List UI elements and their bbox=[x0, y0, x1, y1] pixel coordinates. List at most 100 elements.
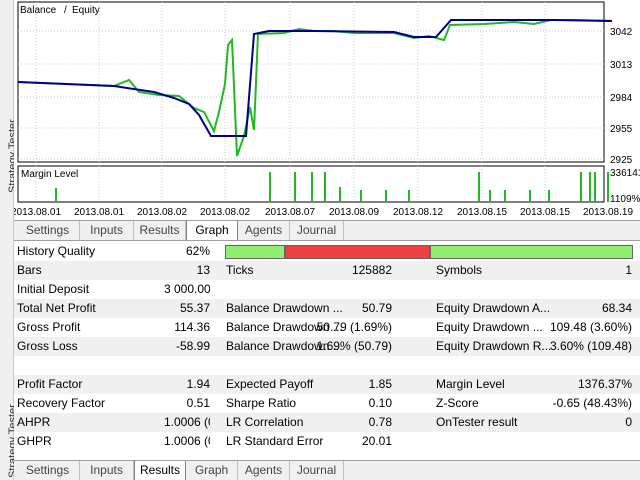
y-axis-tick-labels: 3042 3013 2984 2955 2925 bbox=[610, 27, 633, 166]
margin-bar-7 bbox=[385, 190, 387, 202]
result-row: Recovery Factor 0.51 Sharpe Ratio 0.10 Z-Sco… bbox=[14, 394, 640, 413]
result-row: Bars 13 Ticks 125882 Symbols 1 bbox=[14, 261, 640, 280]
y-tick-3: 2955 bbox=[610, 124, 633, 135]
x-tick-6: 2013.08.12 bbox=[393, 207, 443, 218]
strategy-tester-side-label-bottom: Strategy Tester bbox=[0, 240, 19, 480]
result-row: Gross Loss -58.99 Balance Drawdown ... 1.69… bbox=[14, 337, 640, 356]
result-value: 1 bbox=[625, 263, 632, 277]
x-tick-3: 2013.08.02 bbox=[200, 207, 250, 218]
top-tab-results[interactable]: Results bbox=[134, 221, 186, 240]
result-value: 1.69% (50.79) bbox=[316, 339, 392, 353]
margin-bar-3 bbox=[311, 172, 313, 202]
bottom-tab-agents[interactable]: Agents bbox=[238, 461, 290, 480]
result-value: 68.34 bbox=[601, 301, 632, 315]
balance-equity-chart: 3042 3013 2984 2955 2925 336141 1109% 2013.08… bbox=[14, 1, 640, 218]
results-panel: History Quality 62% Bars 13 Ticks 125882 Sym… bbox=[14, 240, 640, 460]
quality-bar-segment-2 bbox=[430, 245, 633, 259]
x-tick-7: 2013.08.15 bbox=[457, 207, 507, 218]
result-label: Profit Factor bbox=[17, 377, 83, 391]
result-value: 0.51 bbox=[186, 396, 210, 410]
result-value: 125882 bbox=[351, 263, 392, 277]
result-value: 20.01 bbox=[361, 434, 392, 448]
bottom-tab-bar: Settings Inputs Results Graph Agents Journal bbox=[14, 460, 640, 480]
legend-equity: Equity bbox=[72, 5, 100, 16]
top-tab-agents[interactable]: Agents bbox=[238, 221, 290, 240]
result-row: AHPR1.0006 (0.0...LR Correlation0.78OnTe… bbox=[14, 413, 640, 432]
bottom-tab-graph[interactable]: Graph bbox=[186, 461, 238, 480]
margin-bar-0 bbox=[55, 188, 57, 202]
result-value: -0.65 (48.43%) bbox=[552, 396, 632, 410]
margin-bar-16 bbox=[594, 172, 596, 202]
x-tick-5: 2013.08.09 bbox=[329, 207, 379, 218]
result-row bbox=[14, 356, 640, 375]
quality-bar-segment-0 bbox=[225, 245, 285, 259]
bottom-tab-journal[interactable]: Journal bbox=[290, 461, 344, 480]
margin-bar-2 bbox=[294, 172, 296, 202]
margin-bar-10 bbox=[489, 190, 491, 202]
result-value: 1.0006 (0.0... bbox=[164, 415, 210, 429]
result-value: 0 bbox=[625, 415, 632, 429]
margin-bar-5 bbox=[339, 187, 341, 202]
margin-bar-13 bbox=[548, 190, 550, 202]
result-value: 0.10 bbox=[368, 396, 392, 410]
margin-bar-12 bbox=[529, 190, 531, 202]
x-tick-2: 2013.08.02 bbox=[137, 207, 187, 218]
main-plot-frame bbox=[17, 1, 605, 163]
history-quality-label: History Quality bbox=[17, 244, 96, 258]
result-value: 3.60% (109.48) bbox=[549, 339, 632, 353]
margin-bar-6 bbox=[360, 190, 362, 202]
margin-level-label: Margin Level bbox=[21, 169, 78, 180]
result-value: 1.0006 (0.0... bbox=[164, 434, 210, 448]
result-value: 1.94 bbox=[186, 377, 210, 391]
y-tick-4: 2925 bbox=[610, 155, 633, 166]
legend-separator: / bbox=[64, 5, 67, 16]
top-tab-inputs[interactable]: Inputs bbox=[80, 221, 134, 240]
result-label: Gross Loss bbox=[17, 339, 78, 353]
result-value: 0.78 bbox=[368, 415, 392, 429]
x-tick-8: 2013.08.15 bbox=[520, 207, 570, 218]
bottom-tab-settings[interactable]: Settings bbox=[16, 461, 80, 480]
result-row: Gross Profit 114.36 Balance Drawdown ... 50… bbox=[14, 318, 640, 337]
x-tick-9: 2013.08.19 bbox=[583, 207, 633, 218]
y-tick-1: 3013 bbox=[610, 60, 633, 71]
result-value: 3 000.00 bbox=[164, 282, 210, 296]
margin-bar-15 bbox=[589, 172, 591, 202]
top-tab-settings[interactable]: Settings bbox=[16, 221, 80, 240]
bottom-tab-results[interactable]: Results bbox=[134, 461, 186, 480]
result-value: 55.37 bbox=[179, 301, 210, 315]
margin-bar-14 bbox=[580, 172, 582, 202]
strategy-tester-side-label-top: Strategy Tester bbox=[0, 0, 19, 240]
x-tick-4: 2013.08.07 bbox=[265, 207, 315, 218]
result-label: Recovery Factor bbox=[17, 396, 106, 410]
legend-balance: Balance bbox=[20, 5, 57, 16]
top-tab-bar: Settings Inputs Results Graph Agents Journal bbox=[14, 220, 640, 241]
history-quality-value: 62% bbox=[185, 244, 210, 258]
result-label: GHPR bbox=[17, 434, 52, 448]
result-value: 50.79 bbox=[361, 301, 392, 315]
result-row: Initial Deposit 3 000.00 bbox=[14, 280, 640, 299]
strategy-tester-window: Strategy Tester Strategy Tester 3042 3013… bbox=[0, 0, 640, 480]
result-label: Initial Deposit bbox=[17, 282, 90, 296]
result-value: 50.79 (1.69%) bbox=[316, 320, 392, 334]
result-value: -58.99 bbox=[175, 339, 210, 353]
margin-bar-9 bbox=[478, 172, 480, 202]
result-value: 114.36 bbox=[174, 320, 210, 334]
top-tab-graph[interactable]: Graph bbox=[186, 221, 238, 241]
top-tab-journal[interactable]: Journal bbox=[290, 221, 344, 240]
result-value: 13 bbox=[196, 263, 210, 277]
margin-bar-8 bbox=[408, 190, 410, 202]
result-row: Total Net Profit 55.37 Balance Drawdown ..… bbox=[14, 299, 640, 318]
graph-panel: 3042 3013 2984 2955 2925 336141 1109% 2013.08… bbox=[14, 0, 640, 240]
result-value: 1376.37% bbox=[577, 377, 632, 391]
result-row: GHPR1.0006 (0.0...LR Standard Error20.01 bbox=[14, 432, 640, 451]
result-value: 109.48 (3.60%) bbox=[549, 320, 632, 334]
margin-bar-4 bbox=[324, 172, 326, 202]
result-label: Bars bbox=[17, 263, 42, 277]
margin-tick-1: 1109% bbox=[610, 194, 640, 205]
bottom-tab-inputs[interactable]: Inputs bbox=[80, 461, 134, 480]
result-row: Profit Factor 1.94 Expected Payoff 1.85 Marg… bbox=[14, 375, 640, 394]
margin-bar-11 bbox=[504, 190, 506, 202]
y-tick-2: 2984 bbox=[610, 93, 633, 104]
quality-bar-segment-1 bbox=[285, 245, 430, 259]
result-label: AHPR bbox=[17, 415, 51, 429]
